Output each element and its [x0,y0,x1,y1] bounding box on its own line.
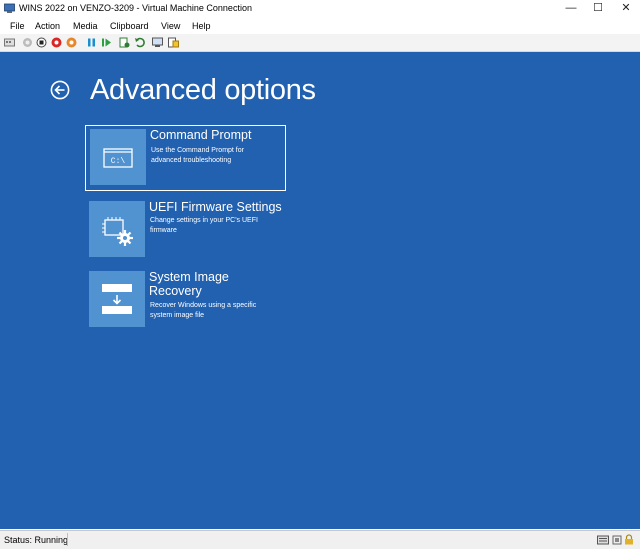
option-description: Change settings in your PC's UEFI firmwa… [150,217,258,234]
command-prompt-icon: C:\ [103,148,133,168]
option-description: Recover Windows using a specific system … [150,302,257,319]
start-icon[interactable] [22,37,33,48]
menu-clipboard[interactable]: Clipboard [110,21,149,31]
option-command-prompt[interactable]: C:\ Command Prompt Use the Command Promp… [85,125,286,191]
vm-connection-icon [4,3,15,13]
option-title: Command Prompt [150,128,252,142]
menu-action[interactable]: Action [35,21,60,31]
menu-media[interactable]: Media [73,21,98,31]
minimize-button[interactable]: — [557,0,585,17]
title-bar: WINS 2022 on VENZO-3209 - Virtual Machin… [0,0,640,17]
ctrl-alt-del-icon[interactable] [4,37,15,48]
maximize-button[interactable]: ☐ [584,0,612,17]
turn-off-icon[interactable] [36,37,47,48]
option-title: System Image Recovery [149,270,229,298]
command-prompt-tile-icon: C:\ [90,129,146,185]
menu-help[interactable]: Help [192,21,211,31]
lock-icon [625,534,633,545]
status-text: Status: Running [4,535,69,545]
system-image-recovery-icon [102,284,132,314]
usb-icon [612,535,622,545]
menu-view[interactable]: View [161,21,180,31]
checkpoint-icon[interactable] [119,37,130,48]
revert-icon[interactable] [134,37,145,48]
enhanced-session-icon[interactable] [152,37,163,48]
shutdown-icon[interactable] [51,37,62,48]
save-icon[interactable] [66,37,77,48]
toolbar [0,34,640,52]
status-divider [67,533,68,546]
uefi-tile-icon [89,201,145,257]
option-uefi-firmware-settings[interactable]: UEFI Firmware Settings Change settings i… [85,198,286,264]
back-arrow-icon[interactable] [50,80,70,100]
option-title: UEFI Firmware Settings [149,200,282,214]
page-title: Advanced options [90,74,316,106]
status-bar: Status: Running [0,530,640,549]
window-title: WINS 2022 on VENZO-3209 - Virtual Machin… [19,3,252,13]
option-description: Use the Command Prompt for advanced trou… [151,147,244,164]
menu-bar: File Action Media Clipboard View Help [0,18,640,33]
option-system-image-recovery[interactable]: System Image Recovery Recover Windows us… [85,268,286,334]
menu-file[interactable]: File [10,21,25,31]
command-prompt-icon-text: C:\ [111,157,126,166]
resume-icon[interactable] [101,37,112,48]
uefi-chip-gear-icon [102,217,133,246]
zoom-icon[interactable] [168,37,179,48]
pause-icon[interactable] [86,37,97,48]
system-image-recovery-tile-icon [89,271,145,327]
close-button[interactable]: ✕ [612,0,640,17]
keyboard-icon [597,535,609,545]
